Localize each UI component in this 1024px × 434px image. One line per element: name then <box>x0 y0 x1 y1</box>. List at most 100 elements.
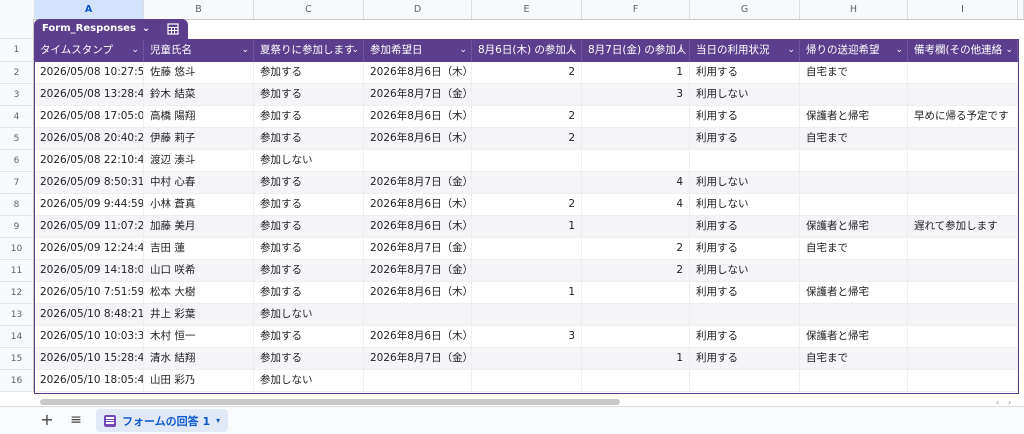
table-cell[interactable] <box>800 150 908 171</box>
table-cell[interactable]: 利用しない <box>690 172 800 193</box>
table-cell[interactable]: 2026年8月6日（木） <box>364 106 472 127</box>
table-cell[interactable]: 利用する <box>690 326 800 347</box>
table-cell[interactable] <box>582 150 690 171</box>
table-cell[interactable]: 2 <box>582 238 690 259</box>
table-cell[interactable]: 利用する <box>690 62 800 83</box>
table-cell[interactable]: 2 <box>472 128 582 149</box>
column-header-d[interactable]: D <box>364 0 472 19</box>
chevron-down-icon[interactable]: ⌄ <box>677 39 685 62</box>
table-cell[interactable] <box>800 260 908 281</box>
table-cell[interactable]: 保護者と帰宅 <box>800 106 908 127</box>
column-header-f[interactable]: F <box>582 0 690 19</box>
table-cell[interactable]: 吉田 蓮 <box>144 238 254 259</box>
column-header-a[interactable]: A <box>34 0 144 19</box>
table-cell[interactable] <box>582 304 690 325</box>
table-cell[interactable] <box>908 128 1018 149</box>
table-cell[interactable]: 2026/05/09 8:50:31 <box>34 172 144 193</box>
table-cell[interactable]: 参加しない <box>254 370 364 391</box>
table-cell[interactable] <box>472 150 582 171</box>
table-cell[interactable]: 3 <box>582 84 690 105</box>
table-cell[interactable]: 遅れて参加します <box>908 216 1018 237</box>
chevron-down-icon[interactable]: ⌄ <box>459 39 467 62</box>
table-cell[interactable]: 小林 蒼真 <box>144 194 254 215</box>
table-cell[interactable]: 山田 彩乃 <box>144 370 254 391</box>
table-cell[interactable]: 参加する <box>254 326 364 347</box>
table-header-cell[interactable]: 帰りの送迎希望 ⌄ <box>800 39 908 62</box>
table-cell[interactable] <box>472 84 582 105</box>
column-header-b[interactable]: B <box>144 0 254 19</box>
table-cell[interactable] <box>800 172 908 193</box>
table-header-cell[interactable]: 8月6日(木) の参加人 ⌄ <box>472 39 582 62</box>
table-cell[interactable]: 参加する <box>254 128 364 149</box>
table-cell[interactable]: 2026年8月7日（金） <box>364 260 472 281</box>
table-cell[interactable] <box>908 326 1018 347</box>
table-cell[interactable]: 2026年8月7日（金） <box>364 238 472 259</box>
column-header-g[interactable]: G <box>690 0 800 19</box>
row-header[interactable]: 1 <box>0 39 34 62</box>
table-cell[interactable] <box>908 238 1018 259</box>
table-cell[interactable]: 2 <box>472 62 582 83</box>
row-header[interactable]: 11 <box>0 260 34 282</box>
table-cell[interactable]: 佐藤 悠斗 <box>144 62 254 83</box>
table-cell[interactable] <box>908 282 1018 303</box>
table-cell[interactable] <box>582 370 690 391</box>
table-cell[interactable]: 2026年8月6日（木）, 20 <box>364 62 472 83</box>
table-cell[interactable]: 参加する <box>254 260 364 281</box>
row-header[interactable]: 9 <box>0 216 34 238</box>
table-cell[interactable]: 利用する <box>690 238 800 259</box>
table-cell[interactable] <box>908 172 1018 193</box>
table-cell[interactable] <box>472 348 582 369</box>
table-cell[interactable]: 松本 大樹 <box>144 282 254 303</box>
table-cell[interactable]: 参加する <box>254 106 364 127</box>
table-cell[interactable]: 2026/05/09 12:24:45 <box>34 238 144 259</box>
table-cell[interactable] <box>908 84 1018 105</box>
table-cell[interactable] <box>800 194 908 215</box>
table-cell[interactable]: 2 <box>472 106 582 127</box>
table-cell[interactable]: 2026/05/08 17:05:06 <box>34 106 144 127</box>
table-cell[interactable]: 2026年8月7日（金） <box>364 84 472 105</box>
table-cell[interactable]: 2026年8月6日（木） <box>364 128 472 149</box>
row-header[interactable]: 16 <box>0 370 34 392</box>
table-cell[interactable] <box>800 304 908 325</box>
table-cell[interactable] <box>364 304 472 325</box>
table-header-cell[interactable]: タイムスタンプ ⌄ <box>34 39 144 62</box>
row-header[interactable]: 12 <box>0 282 34 304</box>
table-cell[interactable]: 鈴木 結菜 <box>144 84 254 105</box>
table-cell[interactable]: 利用する <box>690 282 800 303</box>
row-header[interactable]: 4 <box>0 106 34 128</box>
table-cell[interactable] <box>800 370 908 391</box>
table-cell[interactable] <box>582 216 690 237</box>
table-cell[interactable]: 自宅まで <box>800 348 908 369</box>
table-cell[interactable]: 自宅まで <box>800 128 908 149</box>
table-cell[interactable]: 参加しない <box>254 150 364 171</box>
row-header[interactable]: 7 <box>0 172 34 194</box>
table-cell[interactable]: 利用する <box>690 106 800 127</box>
column-header-e[interactable]: E <box>472 0 582 19</box>
table-cell[interactable] <box>908 260 1018 281</box>
table-cell[interactable]: 1 <box>472 282 582 303</box>
table-cell[interactable]: 2026年8月6日（木） <box>364 282 472 303</box>
chevron-down-icon[interactable]: ⌄ <box>787 39 795 62</box>
table-cell[interactable]: 自宅まで <box>800 62 908 83</box>
table-cell[interactable]: 2026/05/10 7:51:59 <box>34 282 144 303</box>
table-cell[interactable]: 4 <box>582 194 690 215</box>
column-header-i[interactable]: I <box>908 0 1018 19</box>
scrollbar-thumb[interactable] <box>40 399 620 405</box>
row-header[interactable]: 6 <box>0 150 34 172</box>
table-cell[interactable]: 2026/05/08 22:10:49 <box>34 150 144 171</box>
table-cell[interactable] <box>364 150 472 171</box>
table-cell[interactable] <box>472 304 582 325</box>
chevron-down-icon[interactable]: ⌄ <box>241 39 249 62</box>
table-cell[interactable]: 2026/05/10 8:48:21 <box>34 304 144 325</box>
table-cell[interactable]: 2026/05/08 20:40:25 <box>34 128 144 149</box>
table-cell[interactable]: 2026年8月6日（木） <box>364 216 472 237</box>
row-header[interactable]: 15 <box>0 348 34 370</box>
chevron-down-icon[interactable]: ⌄ <box>351 39 359 62</box>
table-header-cell[interactable]: 参加希望日 ⌄ <box>364 39 472 62</box>
chevron-down-icon[interactable]: ⌄ <box>1005 39 1013 62</box>
table-cell[interactable]: 高橋 陽翔 <box>144 106 254 127</box>
row-header[interactable]: 13 <box>0 304 34 326</box>
table-cell[interactable]: 利用する <box>690 128 800 149</box>
table-header-cell[interactable]: 当日の利用状況 ⌄ <box>690 39 800 62</box>
table-cell[interactable] <box>582 128 690 149</box>
